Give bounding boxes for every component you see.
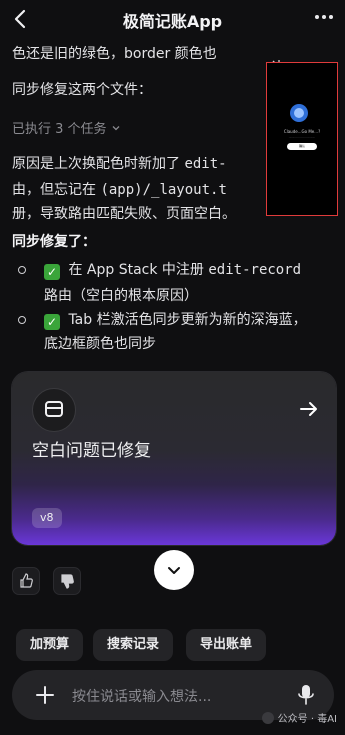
preview-thumbnail[interactable]: Claude...Go Me...? .....................… xyxy=(266,62,338,216)
chip-search-records[interactable]: 搜索记录 xyxy=(93,629,174,661)
version-badge: v8 xyxy=(32,508,62,528)
tasks-toggle[interactable]: 已执行 3 个任务 xyxy=(12,118,121,137)
list-item: ✓ 在 App Stack 中注册 edit-record xyxy=(44,260,301,280)
bullet-icon xyxy=(18,266,26,274)
chip-add-budget[interactable]: 加预算 xyxy=(16,629,84,661)
list-item-cont: 底边框颜色也同步 xyxy=(44,336,156,352)
thumb-button: 确认 xyxy=(287,143,317,150)
microphone-icon[interactable] xyxy=(296,683,316,707)
message-input[interactable]: 按住说话或输入想法... xyxy=(72,686,211,706)
arrow-right-icon[interactable] xyxy=(298,398,320,420)
calendar-icon xyxy=(32,388,76,432)
message-line: 册，导致路由匹配失败、页面空白。 xyxy=(12,206,236,222)
thumb-text: Claude...Go Me...? xyxy=(283,129,321,134)
page-title: 极简记账App xyxy=(122,12,223,31)
section-heading: 同步修复了： xyxy=(12,234,96,250)
app-logo-icon xyxy=(290,104,308,122)
list-item-cont: 路由（空白的根本原因） xyxy=(44,288,198,304)
message-line: 原因是上次换配色时新加了 edit- xyxy=(12,156,227,172)
message-line: 同步修复这两个文件： xyxy=(12,82,152,98)
chevron-down-icon xyxy=(112,125,120,130)
scroll-down-button[interactable] xyxy=(154,550,194,590)
bullet-icon xyxy=(18,316,26,324)
chevron-down-icon xyxy=(168,567,180,574)
list-item: ✓ Tab 栏激活色同步更新为新的深海蓝， xyxy=(44,310,307,330)
message-line: 色还是旧的绿色，border 颜色也 xyxy=(12,46,217,62)
check-icon: ✓ xyxy=(44,264,60,280)
watermark: 公众号 · 毒AI xyxy=(261,710,337,725)
check-icon: ✓ xyxy=(44,314,60,330)
tasks-label: 已执行 3 个任务 xyxy=(12,122,107,137)
wechat-icon xyxy=(261,711,274,724)
message-line: 由，但忘记在 (app)/_layout.t xyxy=(12,182,227,198)
result-card[interactable]: 空白问题已修复 v8 xyxy=(12,372,336,545)
more-options-icon[interactable] xyxy=(315,15,333,19)
top-bar: 极简记账App xyxy=(0,0,345,40)
thumbs-down-icon[interactable] xyxy=(53,567,81,595)
chip-export-bill[interactable]: 导出账单 xyxy=(186,629,267,661)
plus-icon[interactable] xyxy=(34,684,56,706)
thumb-subtext: ............................ xyxy=(288,135,316,139)
thumbs-up-icon[interactable] xyxy=(12,567,40,595)
card-title: 空白问题已修复 xyxy=(32,441,151,461)
